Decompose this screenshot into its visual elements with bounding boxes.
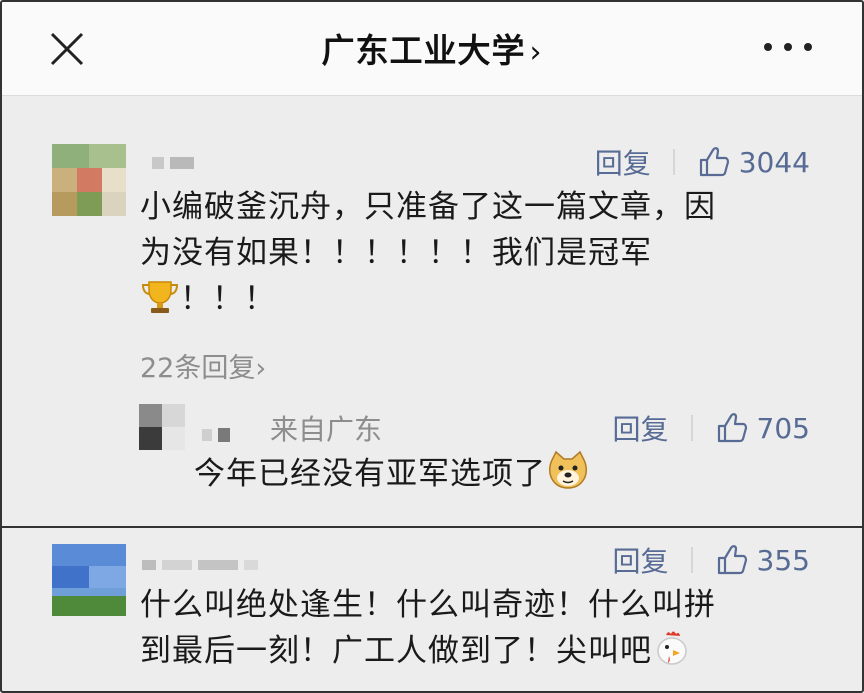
- reply-button[interactable]: 回复: [613, 540, 669, 580]
- like-button[interactable]: 355: [715, 543, 810, 577]
- more-dot-icon: [804, 43, 812, 51]
- thumbs-up-icon: [717, 413, 747, 443]
- account-name: 广东工业大学: [321, 31, 526, 70]
- reply-button[interactable]: 回复: [613, 408, 669, 448]
- comment-line: ！！！: [140, 276, 716, 328]
- view-replies-link[interactable]: 22条回复›: [140, 346, 266, 385]
- comment-text: 什么叫绝处逢生！什么叫奇迹！什么叫拼 到最后一刻！广工人做到了！尖叫吧: [140, 582, 716, 680]
- chevron-right-icon: ›: [529, 35, 543, 70]
- more-dot-icon: [764, 43, 772, 51]
- doge-icon: [546, 450, 590, 503]
- reply-location: 来自广东: [270, 413, 383, 446]
- thumbs-up-icon: [717, 545, 747, 575]
- top-bar: 广东工业大学 ›: [2, 2, 862, 96]
- thumbs-up-icon: [699, 147, 729, 177]
- reply-button[interactable]: 回复: [595, 142, 651, 182]
- comment-line: 什么叫绝处逢生！什么叫奇迹！什么叫拼: [140, 587, 716, 623]
- more-dot-icon: [784, 43, 792, 51]
- username-blurred: [152, 152, 200, 176]
- comment-line: 为没有如果！！！！！！我们是冠军: [140, 235, 652, 271]
- like-button[interactable]: 705: [715, 411, 810, 445]
- trophy-icon: [140, 279, 180, 328]
- like-count: 355: [756, 543, 810, 577]
- reply-text: 今年已经没有亚军选项了: [194, 450, 590, 503]
- action-divider: [690, 547, 693, 573]
- like-button[interactable]: 3044: [697, 145, 810, 179]
- like-count: 705: [756, 411, 810, 445]
- reply-actions: 回复 705: [613, 408, 810, 448]
- comment-line: 小编破釜沉舟，只准备了这一篇文章，因: [140, 189, 716, 225]
- comment-line: 到最后一刻！广工人做到了！尖叫吧: [140, 628, 716, 680]
- avatar[interactable]: [52, 544, 126, 616]
- like-count: 3044: [738, 145, 810, 179]
- reply-text-content: 今年已经没有亚军选项了: [194, 456, 546, 492]
- avatar[interactable]: [52, 144, 126, 216]
- account-title[interactable]: 广东工业大学 ›: [2, 24, 862, 72]
- username-blurred: [142, 554, 264, 578]
- chicken-icon: [652, 629, 692, 680]
- reply-username-blurred: [202, 424, 236, 448]
- action-divider: [672, 149, 675, 175]
- comment-actions: 回复 355: [613, 540, 810, 580]
- action-divider: [690, 415, 693, 441]
- comment-actions: 回复 3044: [595, 142, 810, 182]
- comment-line-text: 到最后一刻！广工人做到了！尖叫吧: [140, 633, 652, 669]
- comment-text: 小编破釜沉舟，只准备了这一篇文章，因 为没有如果！！！！！！我们是冠军 ！！！: [140, 184, 716, 328]
- more-button[interactable]: [764, 32, 812, 62]
- reply-avatar[interactable]: [139, 404, 185, 450]
- comments-page: 广东工业大学 › 回复 3044 小编破釜沉舟，只准备了这一篇文章，因 为没有如…: [0, 0, 864, 693]
- comment-divider: [2, 526, 862, 528]
- comment-line-text: ！！！: [180, 281, 276, 317]
